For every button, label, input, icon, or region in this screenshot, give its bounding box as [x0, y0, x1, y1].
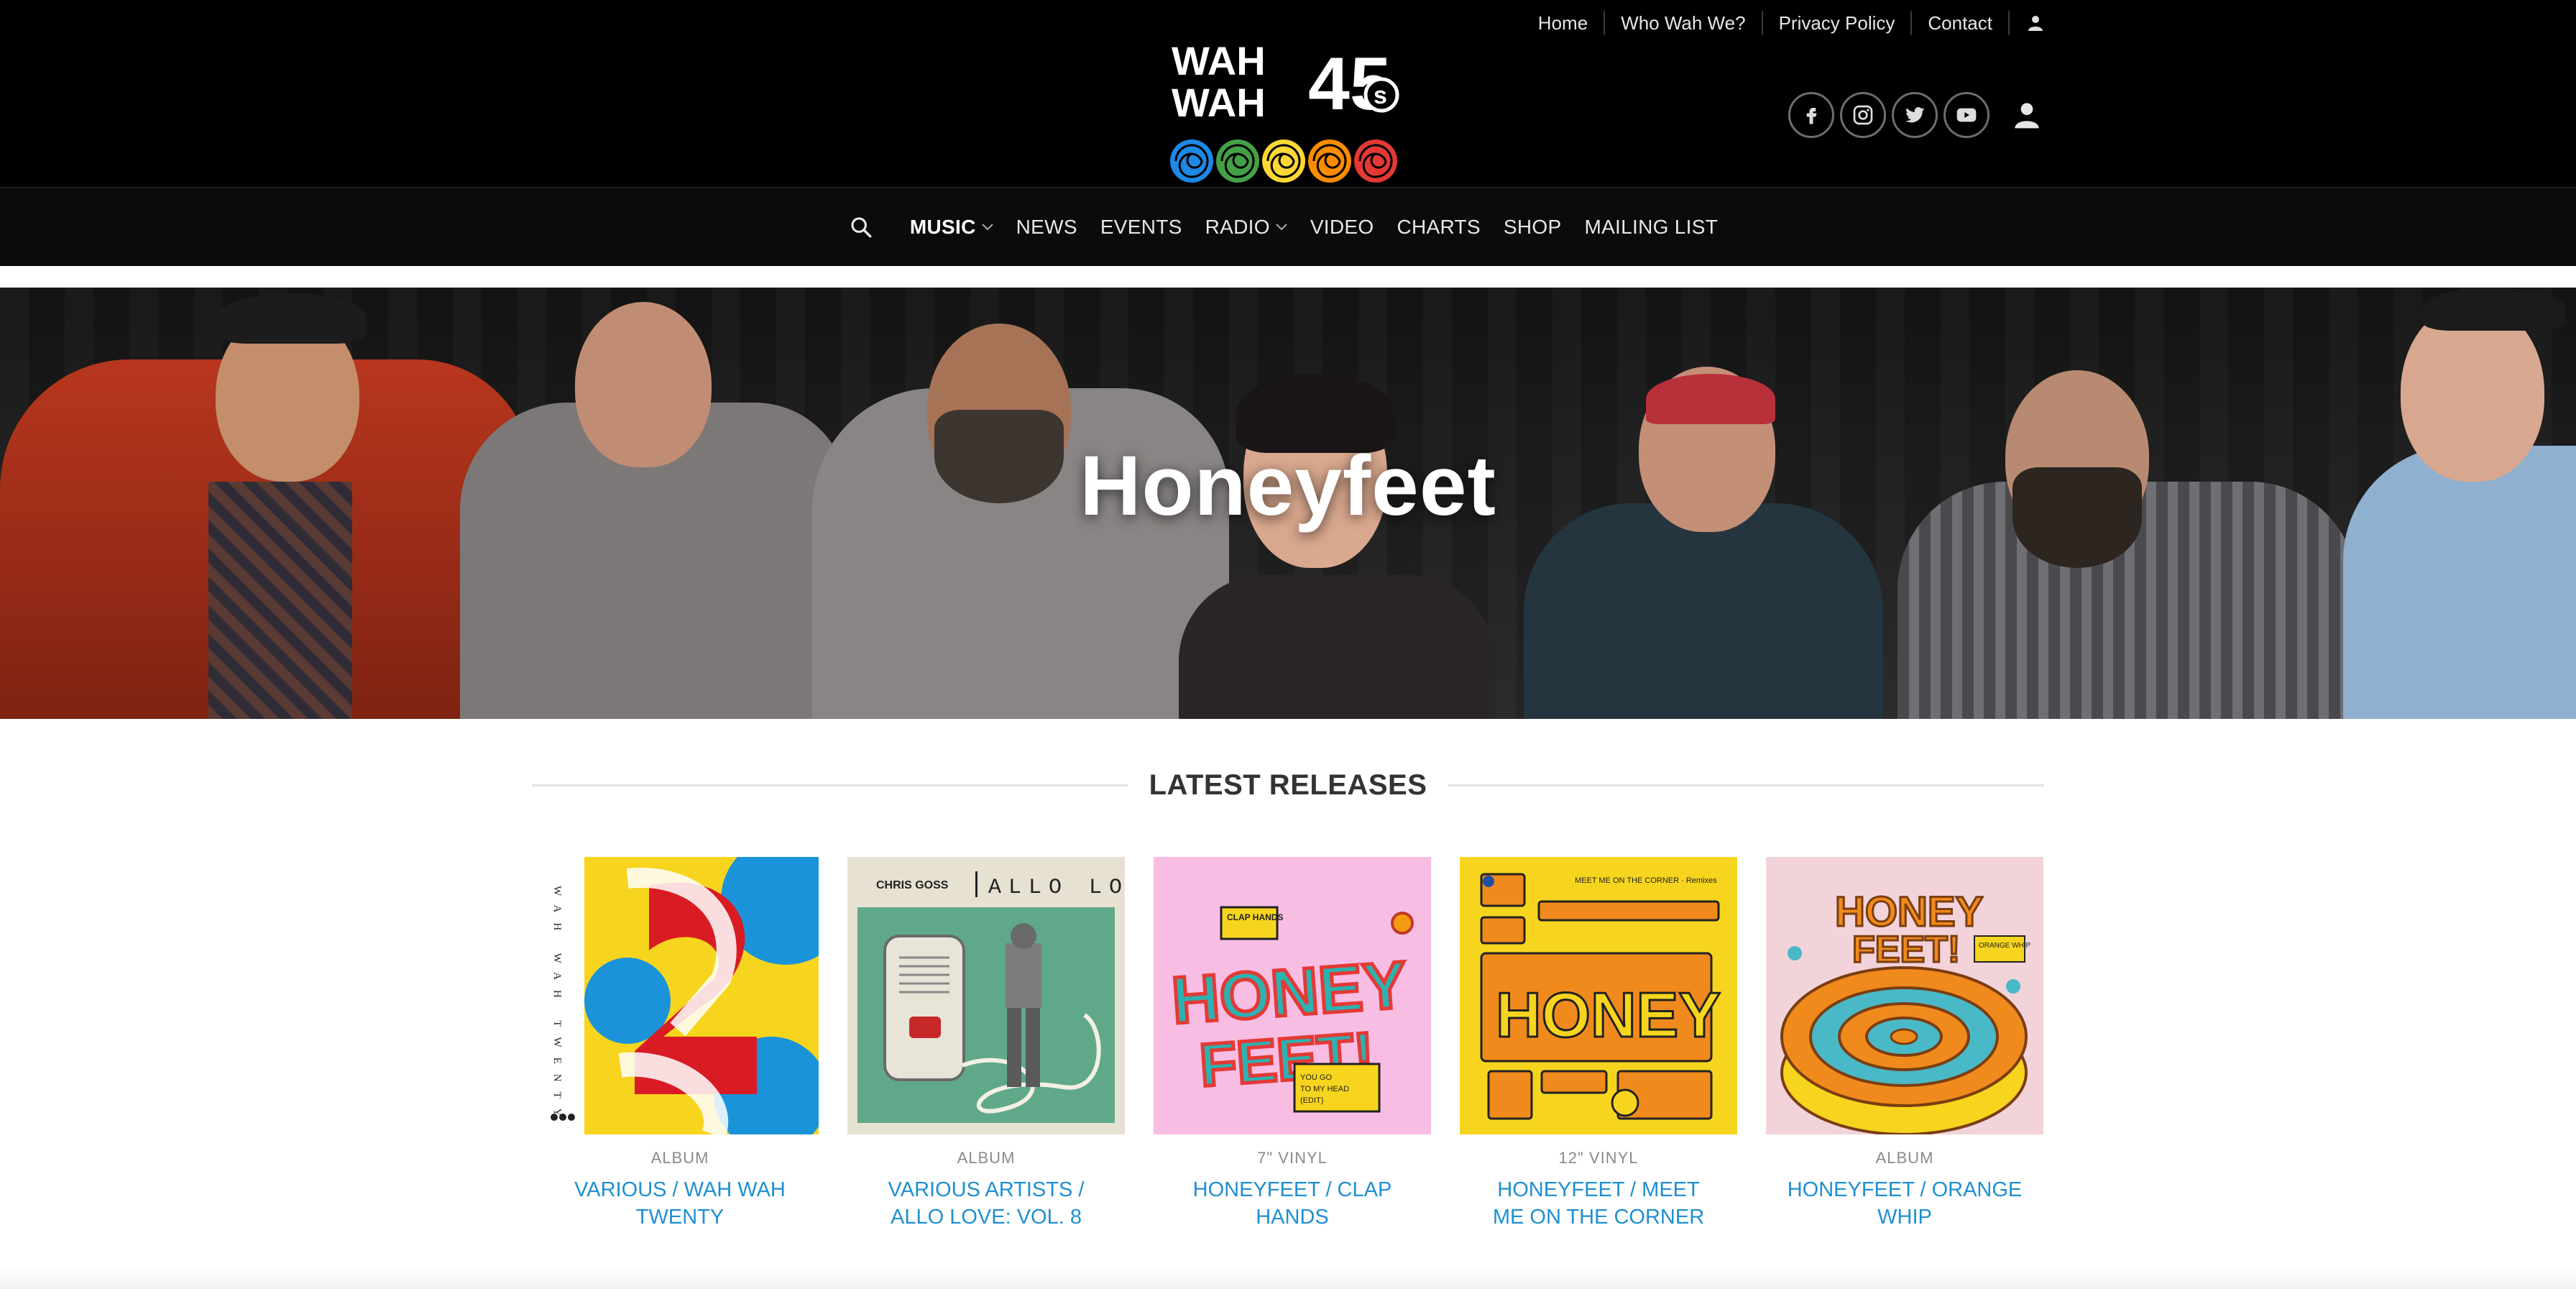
release-card[interactable]: WAH WAH TWENTY ALBUM VARIOUS / WAH WAH T… — [541, 857, 819, 1231]
nav-item-charts-label: Charts — [1397, 216, 1481, 238]
release-type: ALBUM — [650, 1149, 709, 1167]
top-link-who-wah-we[interactable]: Who Wah We? — [1604, 11, 1761, 35]
svg-text:(EDIT): (EDIT) — [1300, 1096, 1323, 1105]
main-navigation: Music News Events Radio Video Charts Sho… — [0, 187, 2576, 266]
nav-item-video-label: Video — [1310, 216, 1374, 238]
release-cover-meet-me-on-the-corner[interactable]: MEET ME ON THE CORNER · Remixes HONEY — [1460, 857, 1737, 1134]
site-logo[interactable]: WAH WAH 45 s — [1170, 38, 1407, 187]
svg-text:TO MY HEAD: TO MY HEAD — [1300, 1085, 1349, 1093]
nav-item-music[interactable]: Music — [898, 216, 1005, 239]
chevron-down-icon — [981, 224, 993, 231]
svg-text:WAH WAH TWENTY: WAH WAH TWENTY — [551, 886, 563, 1127]
logo-suffix: s — [1374, 82, 1387, 109]
section-title: LATEST RELEASES — [1149, 769, 1427, 801]
account-mini-icon[interactable] — [2008, 11, 2044, 35]
release-title-link[interactable]: HONEYFEET / ORANGE WHIP — [1786, 1176, 2023, 1231]
release-title-link[interactable]: HONEYFEET / MEET ME ON THE CORNER — [1480, 1176, 1717, 1231]
artist-title: Honeyfeet — [1080, 439, 1496, 533]
youtube-icon[interactable] — [1944, 92, 1990, 138]
release-type: ALBUM — [957, 1149, 1016, 1167]
site-header: Home Who Wah We? Privacy Policy Contact … — [0, 0, 2576, 187]
svg-text:CHRIS GOSS: CHRIS GOSS — [876, 879, 949, 891]
social-links — [1788, 92, 1990, 138]
nav-item-events[interactable]: Events — [1089, 216, 1194, 239]
latest-releases-heading: LATEST RELEASES — [532, 763, 2045, 807]
svg-text:HONEY: HONEY — [1496, 979, 1721, 1050]
nav-item-mailing-list-label: Mailing List — [1584, 216, 1719, 238]
release-title-link[interactable]: VARIOUS ARTISTS / ALLO LOVE: VOL. 8 — [868, 1176, 1105, 1231]
release-cover-allo-love[interactable]: CHRIS GOSS ALLO LOVE — [847, 857, 1125, 1134]
top-link-contact[interactable]: Contact — [1910, 11, 2008, 35]
nav-item-radio[interactable]: Radio — [1194, 216, 1299, 239]
top-link-privacy-policy[interactable]: Privacy Policy — [1761, 11, 1911, 35]
svg-text:FEET!: FEET! — [1852, 929, 1960, 971]
svg-text:MEET ME ON THE CORNER · Remixe: MEET ME ON THE CORNER · Remixes — [1575, 876, 1717, 885]
chevron-down-icon — [1276, 224, 1287, 231]
nav-item-events-label: Events — [1100, 216, 1182, 238]
hero-banner-image: Honeyfeet — [0, 288, 2576, 719]
nav-item-news-label: News — [1016, 216, 1077, 238]
top-utility-nav: Home Who Wah We? Privacy Policy Contact — [1522, 7, 2044, 39]
release-cover-orange-whip[interactable]: HONEY FEET! ORANGE WHIP — [1766, 857, 2043, 1134]
nav-item-mailing-list[interactable]: Mailing List — [1573, 216, 1729, 239]
release-card[interactable]: MEET ME ON THE CORNER · Remixes HONEY 12… — [1460, 857, 1737, 1231]
svg-text:YOU GO: YOU GO — [1300, 1073, 1332, 1082]
svg-text:ORANGE WHIP: ORANGE WHIP — [1979, 942, 2031, 950]
nav-item-shop[interactable]: Shop — [1492, 216, 1573, 239]
band-member-figure — [1179, 575, 1495, 719]
instagram-icon[interactable] — [1840, 92, 1886, 138]
release-title-link[interactable]: VARIOUS / WAH WAH TWENTY — [561, 1176, 799, 1231]
nav-item-radio-label: Radio — [1205, 216, 1270, 238]
logo-text-wah-1: WAH — [1172, 40, 1266, 83]
top-link-home[interactable]: Home — [1522, 11, 1604, 35]
release-card[interactable]: CHRIS GOSS ALLO LOVE ALBUM VARIOUS ARTIS… — [847, 857, 1125, 1231]
twitter-icon[interactable] — [1892, 92, 1938, 138]
nav-item-news[interactable]: News — [1005, 216, 1089, 239]
logo-swirls — [1170, 139, 1397, 183]
release-card[interactable]: CLAP HANDS HONEY FEET! YOU GO TO MY HEAD… — [1154, 857, 1431, 1231]
releases-grid: WAH WAH TWENTY ALBUM VARIOUS / WAH WAH T… — [541, 857, 2043, 1231]
band-member-figure — [1524, 503, 1883, 719]
release-cover-wah-wah-twenty[interactable]: WAH WAH TWENTY — [541, 857, 819, 1134]
main-nav-items: Music News Events Radio Video Charts Sho… — [898, 216, 1729, 239]
nav-item-shop-label: Shop — [1503, 216, 1562, 238]
release-card[interactable]: HONEY FEET! ORANGE WHIP ALBUM HONEYFEET … — [1766, 857, 2043, 1231]
release-type: ALBUM — [1875, 1149, 1934, 1167]
page-footer-edge — [0, 1265, 2576, 1289]
svg-text:CLAP HANDS: CLAP HANDS — [1227, 912, 1283, 922]
account-icon[interactable] — [2012, 101, 2041, 129]
release-title-link[interactable]: HONEYFEET / CLAP HANDS — [1174, 1176, 1411, 1231]
release-cover-clap-hands[interactable]: CLAP HANDS HONEY FEET! YOU GO TO MY HEAD… — [1154, 857, 1431, 1134]
svg-text:ALLO LOVE: ALLO LOVE — [988, 876, 1125, 900]
nav-item-music-label: Music — [909, 216, 976, 238]
release-type: 12" VINYL — [1558, 1149, 1639, 1167]
search-icon[interactable] — [847, 213, 875, 242]
release-type: 7" VINYL — [1257, 1149, 1328, 1167]
nav-item-video[interactable]: Video — [1299, 216, 1386, 239]
nav-item-charts[interactable]: Charts — [1385, 216, 1491, 239]
facebook-icon[interactable] — [1788, 92, 1834, 138]
logo-text-wah-2: WAH — [1172, 80, 1266, 125]
